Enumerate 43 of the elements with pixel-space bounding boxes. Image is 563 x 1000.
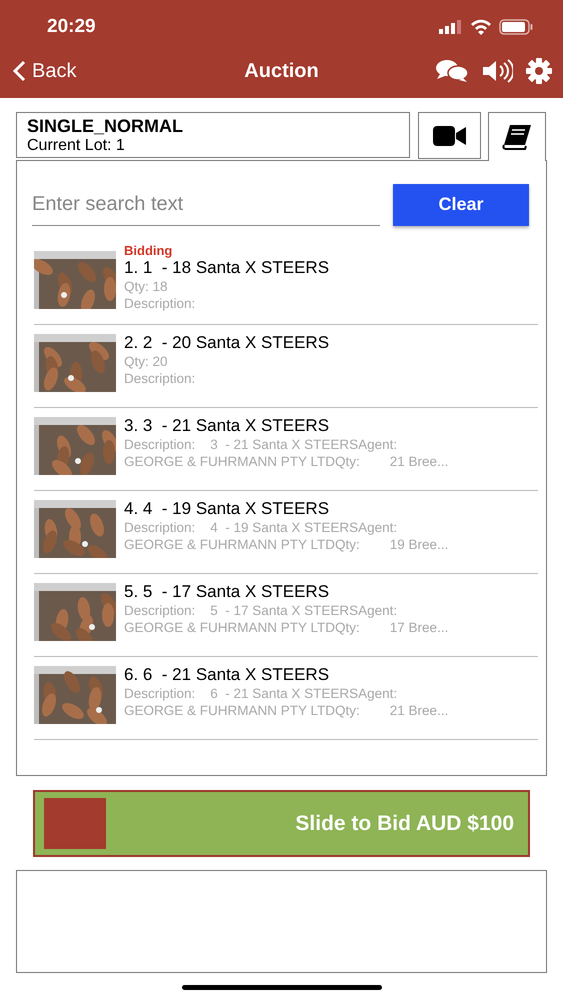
back-button[interactable]: Back (12, 60, 76, 82)
book-icon (502, 124, 532, 150)
battery-icon (499, 19, 533, 35)
lot-detail: Qty: 18 (124, 278, 169, 295)
lot-detail: Description: 5 - 17 Santa X STEERSAgent: (124, 602, 398, 619)
lot-item[interactable]: Bidding 1. 1 - 18 Santa X STEERS Qty: 18 Description: (34, 242, 538, 325)
chevron-left-icon (12, 60, 26, 82)
lot-detail: Qty: 20 (124, 353, 169, 370)
lot-title: 4. 4 - 19 Santa X STEERS (124, 499, 330, 519)
settings-icon[interactable] (525, 57, 553, 85)
lot-detail: Description: (124, 295, 196, 312)
lot-detail: Description: (124, 370, 196, 387)
lot-item[interactable]: 2. 2 - 20 Santa X STEERS Qty: 20 Description: (34, 325, 538, 408)
slider-thumb[interactable] (44, 798, 106, 849)
catalogue-tab[interactable] (488, 112, 546, 161)
lot-detail: GEORGE & FUHRMANN PTY LTDQty: 21 Bree... (124, 453, 448, 470)
lot-status: Bidding (124, 244, 174, 258)
lot-title: 3. 3 - 21 Santa X STEERS (124, 416, 330, 436)
video-camera-icon (432, 124, 466, 146)
lot-title: 2. 2 - 20 Santa X STEERS (124, 333, 330, 353)
nav-title: Auction (244, 60, 319, 82)
lot-detail: Description: 4 - 19 Santa X STEERSAgent: (124, 519, 398, 536)
lot-detail: GEORGE & FUHRMANN PTY LTDQty: 19 Bree... (124, 536, 448, 553)
clear-button[interactable]: Clear (393, 184, 529, 226)
current-lot: Current Lot: 1 (27, 136, 126, 154)
status-time: 20:29 (47, 16, 96, 38)
lot-item[interactable]: 3. 3 - 21 Santa X STEERS Description: 3 - 21 Santa X STEERSAgent: GEORGE & FUHRMANN PTY LTDQty: 21 Bree... (34, 408, 538, 491)
lot-detail: GEORGE & FUHRMANN PTY LTDQty: 21 Bree... (124, 702, 448, 719)
video-tab[interactable] (418, 112, 481, 159)
wifi-icon (470, 19, 492, 35)
sale-type: SINGLE_NORMAL (27, 116, 184, 136)
lot-item[interactable]: 5. 5 - 17 Santa X STEERS Description: 5 - 17 Santa X STEERSAgent: GEORGE & FUHRMANN PTY LTDQty: 17 Bree... (34, 574, 538, 657)
signal-icon (439, 20, 463, 34)
lot-item[interactable]: 4. 4 - 19 Santa X STEERS Description: 4 - 19 Santa X STEERSAgent: GEORGE & FUHRMANN PTY LTDQty: 19 Bree... (34, 491, 538, 574)
lot-detail: Description: 6 - 21 Santa X STEERSAgent: (124, 685, 398, 702)
lot-title: 5. 5 - 17 Santa X STEERS (124, 582, 330, 602)
lot-item[interactable]: 6. 6 - 21 Santa X STEERS Description: 6 - 21 Santa X STEERSAgent: GEORGE & FUHRMANN PTY LTDQty: 21 Bree... (34, 657, 538, 740)
chat-icon[interactable] (435, 59, 469, 83)
lot-detail: GEORGE & FUHRMANN PTY LTDQty: 17 Bree... (124, 619, 448, 636)
lot-title: 6. 6 - 21 Santa X STEERS (124, 665, 330, 685)
speaker-icon[interactable] (481, 59, 513, 83)
lot-detail: Description: 3 - 21 Santa X STEERSAgent: (124, 436, 398, 453)
lot-title: 1. 1 - 18 Santa X STEERS (124, 258, 330, 278)
